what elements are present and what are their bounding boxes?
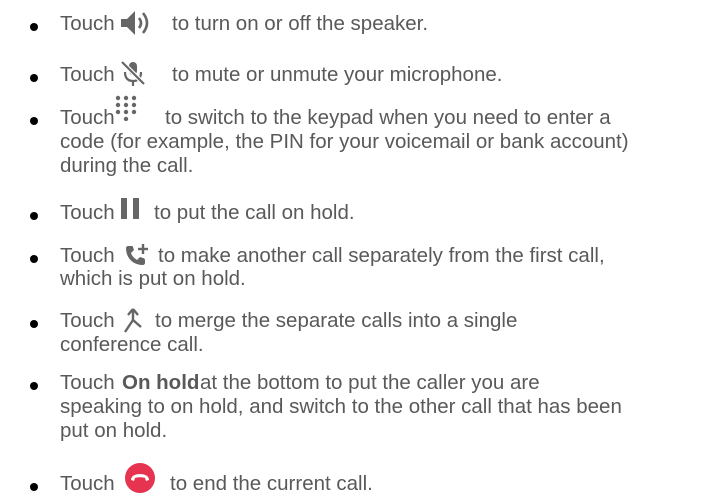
speaker-icon bbox=[121, 11, 149, 35]
item-touch-label: Touch bbox=[60, 12, 115, 35]
bullet bbox=[30, 74, 38, 82]
item-description: to make another call separately from the… bbox=[158, 244, 605, 267]
item-touch-label: Touch bbox=[60, 106, 115, 129]
bullet bbox=[30, 382, 38, 390]
item-description-line2: which is put on hold. bbox=[60, 267, 246, 290]
bullet bbox=[30, 320, 38, 328]
mic-off-icon bbox=[120, 60, 146, 86]
bullet bbox=[30, 483, 38, 491]
dialpad-icon bbox=[115, 95, 137, 121]
item-touch-label: Touch bbox=[60, 63, 115, 86]
item-description: at the bottom to put the caller you are bbox=[200, 371, 540, 394]
bullet bbox=[30, 117, 38, 125]
item-description: to put the call on hold. bbox=[154, 201, 355, 224]
bullet bbox=[30, 255, 38, 263]
item-description-line2: code (for example, the PIN for your voic… bbox=[60, 130, 629, 153]
item-touch-label: Touch bbox=[60, 472, 115, 495]
item-description-line3: during the call. bbox=[60, 154, 194, 177]
end-call-icon bbox=[125, 463, 155, 493]
item-description: to switch to the keypad when you need to… bbox=[165, 106, 611, 129]
item-description-line2: conference call. bbox=[60, 333, 204, 356]
item-description: to mute or unmute your microphone. bbox=[172, 63, 503, 86]
item-description-line2: speaking to on hold, and switch to the o… bbox=[60, 395, 622, 418]
instruction-list: Touch to turn on or off the speaker. Tou… bbox=[0, 0, 709, 502]
item-touch-label: Touch bbox=[60, 371, 115, 394]
item-description: to end the current call. bbox=[170, 472, 373, 495]
item-description-line3: put on hold. bbox=[60, 419, 168, 442]
bullet bbox=[30, 23, 38, 31]
item-touch-label: Touch bbox=[60, 244, 115, 267]
item-description: to turn on or off the speaker. bbox=[172, 12, 429, 35]
bullet bbox=[30, 212, 38, 220]
item-touch-label: Touch bbox=[60, 309, 115, 332]
pause-icon bbox=[121, 198, 139, 219]
on-hold-label: On hold bbox=[122, 371, 200, 394]
item-touch-label: Touch bbox=[60, 201, 115, 224]
merge-calls-icon bbox=[124, 308, 142, 333]
item-description: to merge the separate calls into a singl… bbox=[155, 309, 518, 332]
add-call-icon bbox=[126, 244, 148, 265]
